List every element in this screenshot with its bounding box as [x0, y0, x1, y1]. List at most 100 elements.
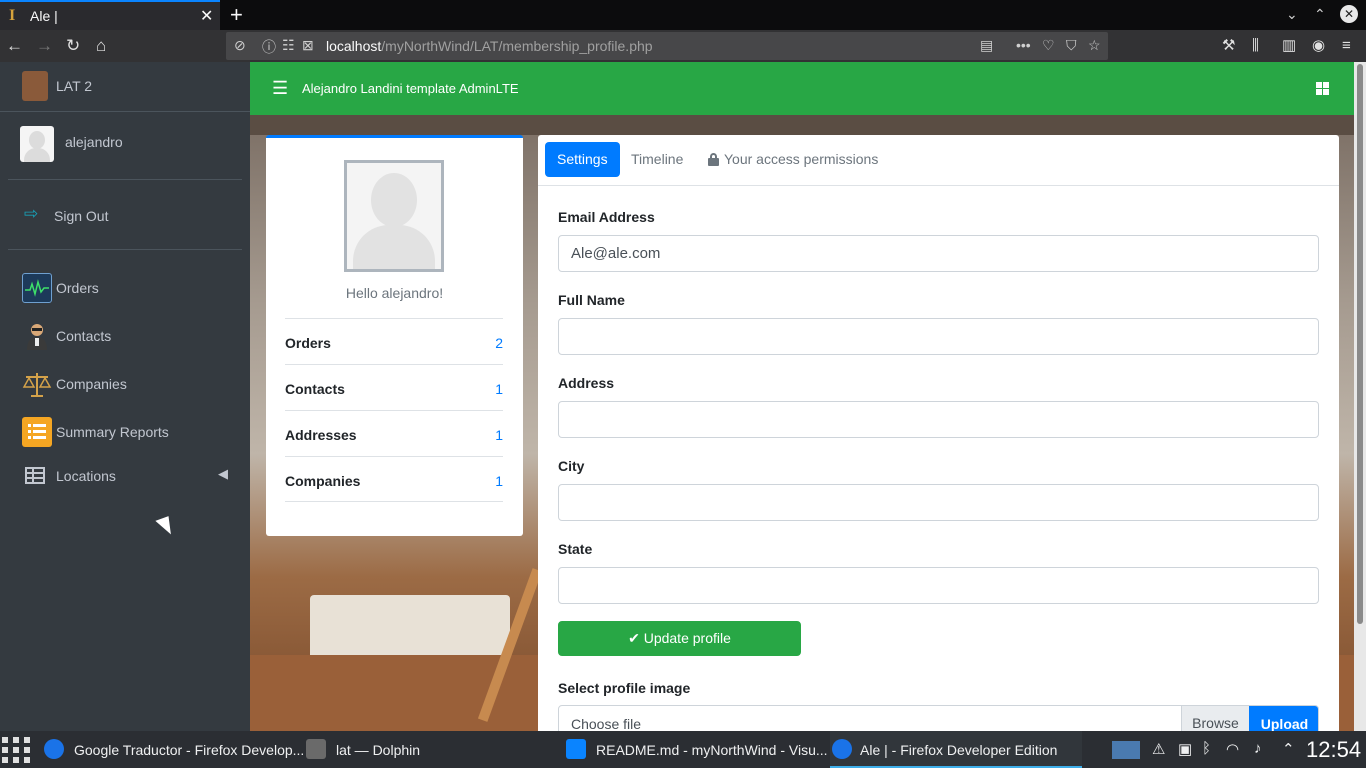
account-icon[interactable]: ◉	[1312, 36, 1325, 56]
sidebar-item-companies[interactable]: Companies	[8, 362, 242, 406]
tab-settings[interactable]: Settings	[545, 142, 620, 177]
tab-access-permissions-label: Your access permissions	[724, 151, 879, 167]
network-icon[interactable]: ◠	[1226, 740, 1239, 758]
stat-label: Contacts	[285, 381, 345, 397]
tab-timeline[interactable]: Timeline	[619, 142, 695, 177]
firefox-icon	[44, 739, 64, 759]
scrollbar-thumb[interactable]	[1357, 64, 1363, 624]
close-tab-icon[interactable]: ✕	[200, 6, 213, 26]
maximize-icon[interactable]: ⌃	[1314, 6, 1326, 23]
notification-icon[interactable]: ⚠	[1152, 740, 1165, 758]
page-scrollbar[interactable]	[1354, 62, 1366, 731]
taskbar-item-google-traductor[interactable]: Google Traductor - Firefox Develop...	[44, 731, 304, 768]
clipboard-icon[interactable]: ▣	[1178, 740, 1192, 758]
settings-tabs: Settings Timeline Your access permission…	[538, 135, 1339, 186]
sidebar-item-summary-reports[interactable]: Summary Reports	[8, 410, 242, 454]
profile-image-label: Select profile image	[558, 680, 691, 696]
sidebar-item-label: Companies	[56, 376, 127, 392]
volume-icon[interactable]: ♪	[1254, 740, 1262, 757]
forward-icon[interactable]: →	[36, 36, 53, 56]
reload-icon[interactable]: ↻	[66, 36, 80, 56]
taskbar-item-dolphin[interactable]: lat — Dolphin	[306, 731, 556, 768]
url-text: localhost/myNorthWind/LAT/membership_pro…	[326, 38, 653, 54]
state-field[interactable]	[558, 567, 1319, 604]
taskbar-item-firefox-active[interactable]: Ale | - Firefox Developer Edition	[830, 731, 1082, 768]
sidebar-item-contacts[interactable]: Contacts	[8, 314, 242, 358]
header-title: Alejandro Landini template AdminLTE	[302, 81, 519, 96]
profile-greeting: Hello alejandro!	[345, 285, 444, 301]
back-icon[interactable]: ←	[6, 36, 23, 56]
reader-view-icon[interactable]: ▤	[980, 37, 993, 54]
file-input-text: Choose file	[571, 716, 642, 732]
window-close-button[interactable]: ✕	[1340, 5, 1358, 23]
tray-expand-icon[interactable]: ⌃	[1282, 740, 1295, 758]
sidebar-item-locations[interactable]: Locations ◀	[8, 454, 242, 498]
brand-text: LAT 2	[56, 78, 93, 94]
browser-toolbar: ← → ↻ ⌂ ⊘ ⓘ ☷ ⊠ localhost/myNorthWind/LA…	[0, 30, 1366, 62]
lightbulb-icon[interactable]: ♡	[1042, 37, 1055, 54]
address-field[interactable]	[558, 401, 1319, 438]
chevron-down-icon[interactable]: ⌄	[1286, 6, 1298, 23]
settings-card: Settings Timeline Your access permission…	[538, 135, 1339, 740]
library-icon[interactable]: ⫼	[1252, 36, 1259, 56]
sidebar-item-orders[interactable]: Orders	[8, 266, 242, 310]
firefox-icon	[832, 739, 852, 759]
task-label: lat — Dolphin	[336, 742, 421, 758]
taskbar-item-vscode[interactable]: README.md - myNorthWind - Visu...	[566, 731, 828, 768]
avatar	[20, 126, 54, 162]
user-panel[interactable]: alejandro	[8, 118, 242, 180]
bluetooth-icon[interactable]: ᛒ	[1202, 740, 1211, 757]
bookmark-star-icon[interactable]: ☆	[1088, 37, 1101, 54]
pocket-icon[interactable]: ⛉	[1066, 37, 1077, 54]
stat-value[interactable]: 1	[495, 381, 503, 397]
wrench-icon[interactable]: ⚒	[1222, 36, 1235, 56]
update-profile-button[interactable]: ✔ Update profile	[558, 621, 801, 656]
grid-icon[interactable]	[1316, 82, 1329, 95]
info-icon[interactable]: ⓘ	[262, 37, 276, 57]
email-label: Email Address	[558, 209, 655, 225]
email-field[interactable]	[558, 235, 1319, 272]
sidebar-item-label: Locations	[56, 468, 116, 484]
stat-value[interactable]: 2	[495, 335, 503, 351]
brand-link[interactable]: LAT 2	[0, 62, 250, 112]
home-icon[interactable]: ⌂	[96, 36, 106, 56]
url-host: localhost	[326, 38, 382, 54]
lock-icon	[708, 153, 719, 166]
sidebar-item-label: Orders	[56, 280, 99, 296]
sign-out-label: Sign Out	[54, 208, 109, 224]
stat-value[interactable]: 1	[495, 427, 503, 443]
background-wall	[250, 115, 1354, 135]
city-field[interactable]	[558, 484, 1319, 521]
sign-out-link[interactable]: ⇨ Sign Out	[8, 186, 242, 250]
sign-out-icon: ⇨	[24, 204, 39, 223]
permissions-icon[interactable]: ☷	[282, 37, 295, 54]
insecure-icon[interactable]: ⊠	[302, 37, 314, 54]
vscode-icon	[566, 739, 586, 759]
summary-reports-icon	[22, 417, 52, 447]
dolphin-icon	[306, 739, 326, 759]
clock[interactable]: 12:54	[1306, 737, 1361, 763]
browser-tab-bar: I Ale | ✕ + ⌄ ⌃ ✕	[0, 0, 1366, 30]
new-tab-button[interactable]: +	[230, 2, 243, 28]
favicon-icon: I	[9, 7, 16, 24]
city-label: City	[558, 458, 585, 474]
full-name-field[interactable]	[558, 318, 1319, 355]
address-bar[interactable]: ⊘ ⓘ ☷ ⊠ localhost/myNorthWind/LAT/member…	[226, 32, 1108, 60]
hamburger-icon[interactable]: ☰	[272, 78, 288, 99]
tracking-protection-icon[interactable]: ⊘	[234, 37, 246, 54]
sidebar-item-label: Summary Reports	[56, 424, 169, 440]
screen-icon[interactable]	[1112, 741, 1140, 759]
chevron-left-icon[interactable]: ◀	[218, 466, 228, 482]
app-launcher-icon[interactable]	[2, 737, 34, 763]
menu-icon[interactable]: ≡	[1342, 36, 1351, 56]
stat-row-orders: Orders 2	[285, 318, 503, 364]
stat-label: Addresses	[285, 427, 357, 443]
browser-tab-active[interactable]: I Ale | ✕	[0, 0, 220, 30]
stat-row-contacts: Contacts 1	[285, 364, 503, 410]
stat-value[interactable]: 1	[495, 473, 503, 489]
tab-access-permissions[interactable]: Your access permissions	[696, 142, 890, 177]
username[interactable]: alejandro	[65, 134, 123, 150]
full-name-label: Full Name	[558, 292, 625, 308]
sidebar-toggle-icon[interactable]: ▥	[1282, 36, 1296, 56]
page-actions-icon[interactable]: •••	[1016, 37, 1031, 53]
